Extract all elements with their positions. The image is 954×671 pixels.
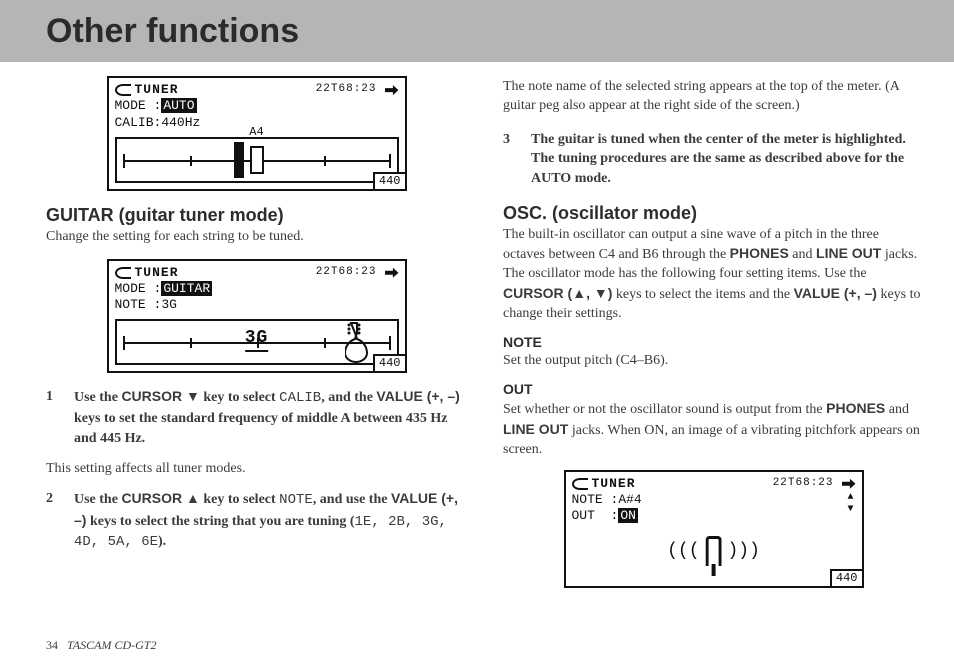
out-heading: OUT xyxy=(503,381,924,397)
guitar-heading: GUITAR (guitar tuner mode) xyxy=(46,205,467,226)
plug-icon xyxy=(385,85,399,95)
steps-list: Use the CURSOR ▼ key to select CALIB, an… xyxy=(46,387,467,448)
lcd-time: 22T68:23 xyxy=(316,266,377,280)
t: keys to select the items and the xyxy=(612,287,793,302)
step-2: Use the CURSOR ▲ key to select NOTE, and… xyxy=(46,489,467,553)
tuner-meter: 3G xyxy=(115,319,399,365)
lcd-calib-label: CALIB: xyxy=(115,115,162,130)
lcd-mode-label: MODE : xyxy=(115,281,162,296)
lcd-time: 22T68:23 xyxy=(316,83,377,97)
lcd-guitar: TUNER 22T68:23 MODE :GUITAR NOTE :3G 3G xyxy=(107,259,407,374)
lineout-label: LINE OUT xyxy=(816,245,881,261)
t: Use the xyxy=(74,492,121,507)
right-column: The note name of the selected string app… xyxy=(503,76,924,588)
osc-heading: OSC. (oscillator mode) xyxy=(503,203,924,224)
t: key to select xyxy=(200,390,279,405)
note-body: Set the output pitch (C4–B6). xyxy=(503,352,924,371)
phones-label: PHONES xyxy=(826,400,885,416)
out-body: Set whether or not the oscillator sound … xyxy=(503,399,924,460)
t: , and use the xyxy=(313,492,391,507)
lcd-note-label: NOTE : xyxy=(572,492,619,507)
pitchfork-icon: ((( ))) xyxy=(667,536,760,566)
osc-visual: ((( ))) xyxy=(572,530,856,580)
lcd-time: 22T68:23 xyxy=(773,477,834,491)
lcd-osc: TUNER 22T68:23 NOTE :A#4 OUT :ON ▲▼ ((( … xyxy=(564,470,864,589)
osc-body: The built-in oscillator can output a sin… xyxy=(503,226,924,324)
lcd-title: TUNER xyxy=(592,476,636,492)
note-heading: NOTE xyxy=(503,334,924,350)
page-footer: 34 TASCAM CD-GT2 xyxy=(46,638,156,653)
lcd-badge: 440 xyxy=(373,172,407,191)
t: key to select xyxy=(200,492,279,507)
code-note: NOTE xyxy=(279,492,313,508)
lcd-out-value: ON xyxy=(618,508,638,523)
guitar-intro: Change the setting for each string to be… xyxy=(46,228,467,247)
page-body: TUNER 22T68:23 MODE :AUTO CALIB:440Hz A4… xyxy=(0,62,954,588)
product-name: TASCAM CD-GT2 xyxy=(67,638,156,652)
t: ). xyxy=(158,534,166,549)
lcd-note-value: A#4 xyxy=(618,492,641,507)
meter-note: A4 xyxy=(249,125,263,140)
page-number: 34 xyxy=(46,638,58,652)
lcd-auto-wrap: TUNER 22T68:23 MODE :AUTO CALIB:440Hz A4… xyxy=(46,76,467,191)
scroll-arrows-icon: ▲▼ xyxy=(847,492,853,516)
plug-icon xyxy=(842,479,856,489)
t: Use the xyxy=(74,390,121,405)
lineout-label: LINE OUT xyxy=(503,421,568,437)
t: , and the xyxy=(321,390,376,405)
lcd-badge: 440 xyxy=(830,569,864,588)
cursor-keys: CURSOR (▲, ▼) xyxy=(503,285,612,301)
tuner-meter: A4 xyxy=(115,137,399,183)
lcd-mode-label: MODE : xyxy=(115,98,162,113)
page-title: Other functions xyxy=(46,12,299,51)
lcd-out-label: OUT : xyxy=(572,508,619,523)
waves-left: ((( xyxy=(667,540,699,563)
lcd-auto: TUNER 22T68:23 MODE :AUTO CALIB:440Hz A4… xyxy=(107,76,407,191)
t: and xyxy=(789,247,816,262)
rcol-intro: The note name of the selected string app… xyxy=(503,78,924,116)
plug-icon xyxy=(385,268,399,278)
value-keys: VALUE (+, –) xyxy=(794,285,877,301)
page-header: Other functions xyxy=(0,0,954,62)
phones-label: PHONES xyxy=(730,245,789,261)
cursor-key: CURSOR ▲ xyxy=(121,490,199,506)
steps-list-2: Use the CURSOR ▲ key to select NOTE, and… xyxy=(46,489,467,553)
t: keys to set the standard frequency of mi… xyxy=(74,411,447,446)
lcd-note-label: NOTE : xyxy=(115,297,162,312)
lcd-mode-value: AUTO xyxy=(161,98,196,113)
t: keys to select the string that you are t… xyxy=(86,514,354,529)
t: and xyxy=(885,402,909,417)
waves-right: ))) xyxy=(728,540,760,563)
lcd-mode-value: GUITAR xyxy=(161,281,212,296)
lcd-badge: 440 xyxy=(373,354,407,373)
lcd-calib-value: 440Hz xyxy=(161,115,200,130)
after-step1: This setting affects all tuner modes. xyxy=(46,460,467,479)
left-column: TUNER 22T68:23 MODE :AUTO CALIB:440Hz A4… xyxy=(46,76,467,588)
lcd-note-value: 3G xyxy=(161,297,177,312)
lcd-title: TUNER xyxy=(135,82,179,98)
lcd-title: TUNER xyxy=(135,265,179,281)
cursor-key: CURSOR ▼ xyxy=(121,388,199,404)
step-3: The guitar is tuned when the center of t… xyxy=(503,130,924,189)
steps-list-3: The guitar is tuned when the center of t… xyxy=(503,130,924,189)
lcd-osc-wrap: TUNER 22T68:23 NOTE :A#4 OUT :ON ▲▼ ((( … xyxy=(503,470,924,589)
value-keys: VALUE (+, –) xyxy=(376,388,459,404)
t: Set whether or not the oscillator sound … xyxy=(503,402,826,417)
lcd-guitar-wrap: TUNER 22T68:23 MODE :GUITAR NOTE :3G 3G xyxy=(46,259,467,374)
code-calib: CALIB xyxy=(279,390,321,406)
step-1: Use the CURSOR ▼ key to select CALIB, an… xyxy=(46,387,467,448)
